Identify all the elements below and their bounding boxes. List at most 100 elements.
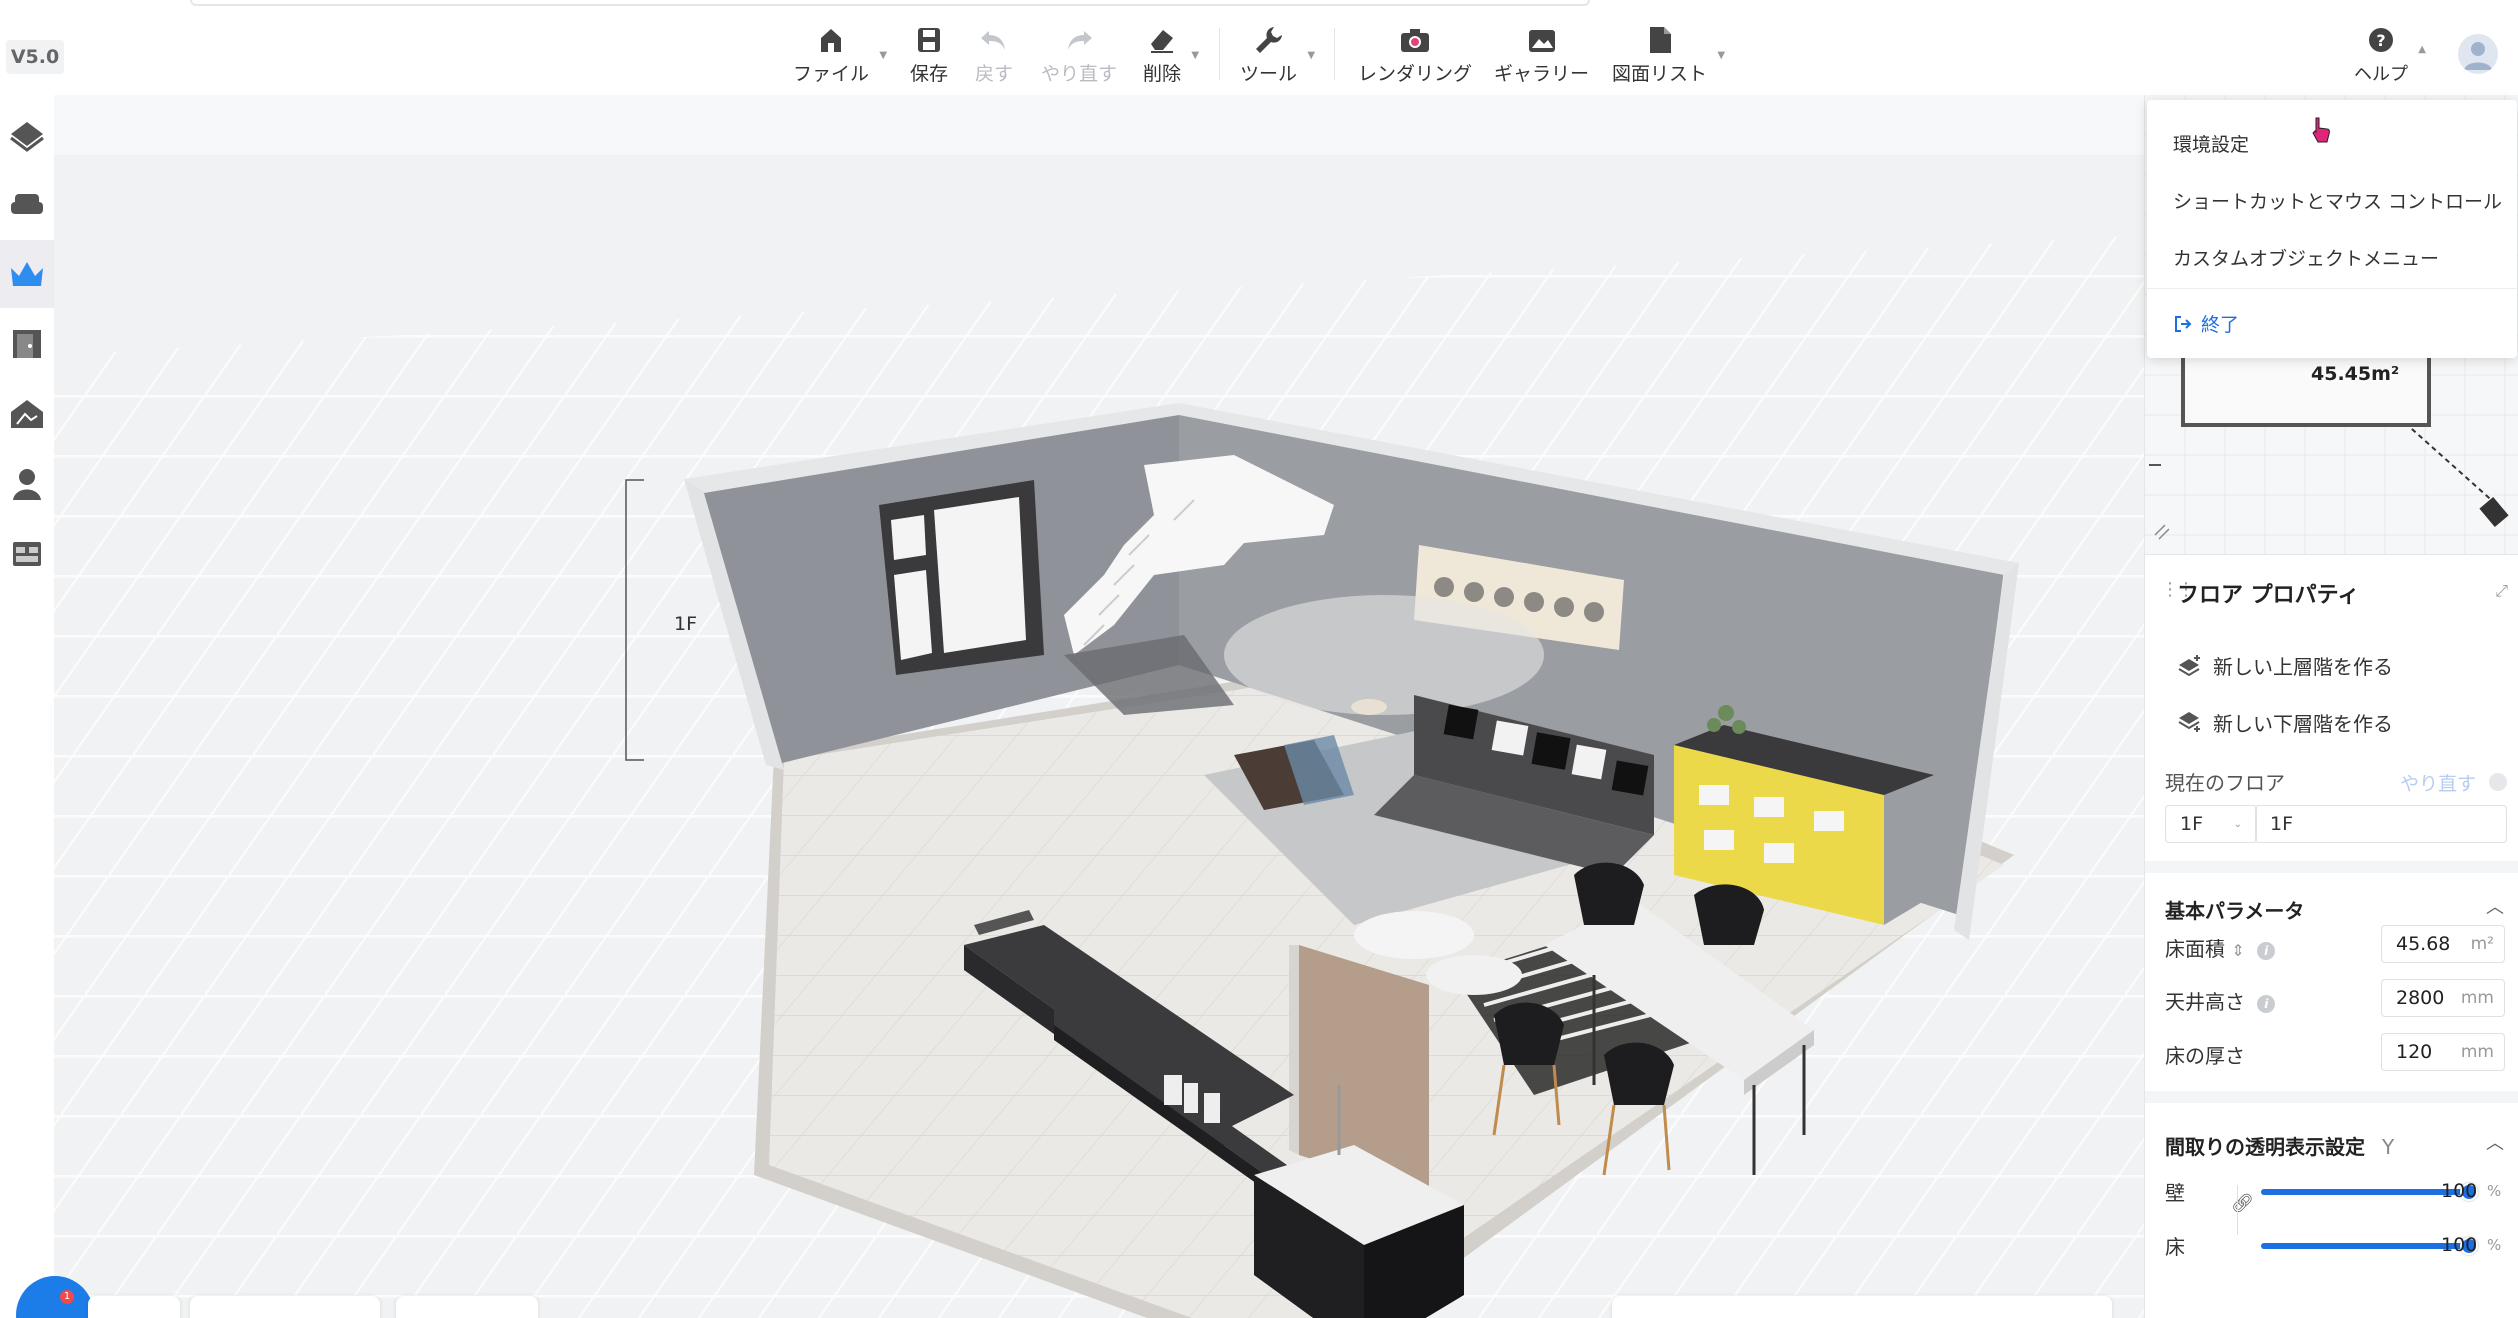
redo-button[interactable]: やり直す: [1041, 24, 1117, 86]
floor-area-label: 床面積 ⇕ i: [2165, 933, 2276, 962]
eraser-icon: [1147, 24, 1177, 55]
gallery-label: ギャラリー: [1494, 63, 1590, 85]
menu-divider: [2147, 288, 2517, 289]
person-icon: [13, 469, 41, 500]
tools-label: ツール: [1240, 63, 1298, 85]
floor-selector[interactable]: 1F ⌄: [2165, 805, 2257, 843]
chevron-down-icon: ▼: [1717, 50, 1726, 61]
sidebar-item-outdoor[interactable]: [0, 380, 54, 448]
help-icon: ?: [2367, 24, 2395, 56]
rendering-button[interactable]: レンダリング: [1358, 24, 1472, 86]
gallery-button[interactable]: ギャラリー: [1494, 24, 1589, 86]
delete-menu-button[interactable]: 削除 ▼: [1143, 24, 1199, 86]
menu-item-preferences[interactable]: 環境設定: [2173, 130, 2249, 157]
sidebar-item-people[interactable]: [0, 450, 54, 518]
user-avatar[interactable]: [2458, 34, 2498, 74]
new-upper-floor-button[interactable]: 新しい上層階を作る: [2177, 645, 2393, 685]
new-upper-floor-label: 新しい上層階を作る: [2213, 654, 2393, 679]
wall-transparency-slider[interactable]: [2261, 1183, 2478, 1201]
floor-thickness-field[interactable]: 120 mm: [2381, 1033, 2505, 1071]
panel-title: フロア プロパティ: [2177, 583, 2360, 608]
file-menu-button[interactable]: ファイル ▼: [793, 24, 887, 86]
floor-area-value: 45.68: [2396, 933, 2451, 955]
drawing-list-label: 図面リスト: [1612, 63, 1708, 85]
section-divider: [2145, 861, 2518, 873]
menu-item-shortcuts[interactable]: ショートカットとマウス コントロール: [2173, 187, 2502, 214]
section-divider: [2145, 1091, 2518, 1103]
redo-icon: [1064, 24, 1094, 55]
floor-area-unit: m²: [2470, 934, 2494, 954]
ceiling-height-label: 天井高さ i: [2165, 986, 2276, 1015]
redo-link[interactable]: やり直す: [2400, 769, 2476, 796]
wall-label: 壁: [2165, 1181, 2185, 1205]
slider-fill: [2261, 1243, 2469, 1249]
menu-item-exit[interactable]: 終了: [2173, 310, 2239, 337]
menu-item-custom-objects[interactable]: カスタムオブジェクトメニュー: [2173, 244, 2439, 271]
save-button[interactable]: 保存: [910, 24, 948, 86]
floor-label: 床: [2165, 1235, 2185, 1259]
file-label: ファイル: [793, 63, 870, 85]
user-icon: [2464, 42, 2492, 70]
floor-thickness-label: 床の厚さ: [2165, 1044, 2245, 1068]
crown-icon: [11, 262, 43, 286]
swap-icon[interactable]: ⇕: [2231, 941, 2244, 960]
sidebar-item-floorplan[interactable]: [0, 100, 54, 168]
new-lower-floor-button[interactable]: 新しい下層階を作る: [2177, 702, 2393, 742]
info-icon: [2489, 773, 2507, 791]
bottom-toolbar-view[interactable]: [190, 1296, 380, 1318]
chevron-down-icon: ▼: [1191, 50, 1200, 61]
left-sidebar: [0, 100, 54, 580]
bottom-toolbar-right[interactable]: [1612, 1296, 2112, 1318]
scene-canvas: [54, 95, 2144, 1318]
save-icon: [916, 24, 942, 55]
info-icon: i: [2257, 941, 2276, 960]
ceiling-height-value: 2800: [2396, 987, 2445, 1009]
floor-name-value: 1F: [2270, 813, 2294, 835]
rendering-label: レンダリング: [1358, 63, 1473, 85]
transparency-title: 間取りの透明表示設定 Y: [2165, 1131, 2394, 1160]
floor-area-field[interactable]: 45.68 m²: [2381, 925, 2505, 963]
version-badge: V5.0: [6, 40, 64, 74]
chevron-down-icon: ⌄: [2233, 818, 2242, 830]
wall-transparency-value: 100: [2441, 1180, 2478, 1202]
undo-button[interactable]: 戻す: [975, 24, 1013, 86]
sidebar-item-premium[interactable]: [0, 240, 54, 308]
door-icon: [13, 330, 41, 358]
floor-selector-value: 1F: [2180, 813, 2204, 835]
toolbar-divider: [1219, 28, 1220, 80]
top-edge: [190, 0, 1590, 6]
current-floor-label: 現在のフロア: [2165, 771, 2285, 795]
floor-thickness-unit: mm: [2460, 1042, 2494, 1062]
chevron-down-icon: ▼: [879, 50, 888, 61]
floor-level-label: 1F: [674, 613, 698, 635]
sidebar-item-doors[interactable]: [0, 310, 54, 378]
chevron-up-icon[interactable]: ︿: [2486, 1129, 2504, 1155]
expand-icon[interactable]: ⤢: [2495, 581, 2508, 601]
floor-name-input[interactable]: 1F: [2255, 805, 2507, 843]
help-label: ヘルプ: [2354, 64, 2408, 85]
svg-text:?: ?: [2376, 31, 2385, 50]
sidebar-item-storage[interactable]: [0, 520, 54, 588]
ceiling-height-field[interactable]: 2800 mm: [2381, 979, 2505, 1017]
percent-unit: %: [2487, 1182, 2502, 1200]
slider-fill: [2261, 1189, 2469, 1195]
percent-unit: %: [2487, 1236, 2502, 1254]
link-icon[interactable]: 🔗︎: [2231, 1193, 2254, 1214]
bottom-toolbar-misc[interactable]: [396, 1296, 538, 1318]
3d-viewport[interactable]: 1F: [54, 95, 2144, 1318]
drawing-list-menu-button[interactable]: 図面リスト ▼: [1612, 24, 1725, 86]
tools-menu-button[interactable]: ツール ▼: [1240, 24, 1315, 86]
hand-cursor-icon: [2312, 117, 2330, 143]
toolbar-divider: [1334, 28, 1335, 80]
transparency-shortcut: Y: [2381, 1135, 2395, 1159]
floor-transparency-slider[interactable]: [2261, 1237, 2478, 1255]
sidebar-item-furniture[interactable]: [0, 170, 54, 238]
help-menu-button[interactable]: ? ヘルプ ▲: [2354, 24, 2426, 86]
chevron-up-icon[interactable]: ︿: [2486, 893, 2504, 919]
wrench-icon: [1254, 24, 1284, 55]
image-icon: [1527, 24, 1557, 55]
floor-area-text: 床面積: [2165, 937, 2225, 961]
ceiling-height-unit: mm: [2460, 988, 2494, 1008]
home-icon: [818, 24, 844, 55]
bottom-toolbar-left[interactable]: [88, 1296, 180, 1318]
